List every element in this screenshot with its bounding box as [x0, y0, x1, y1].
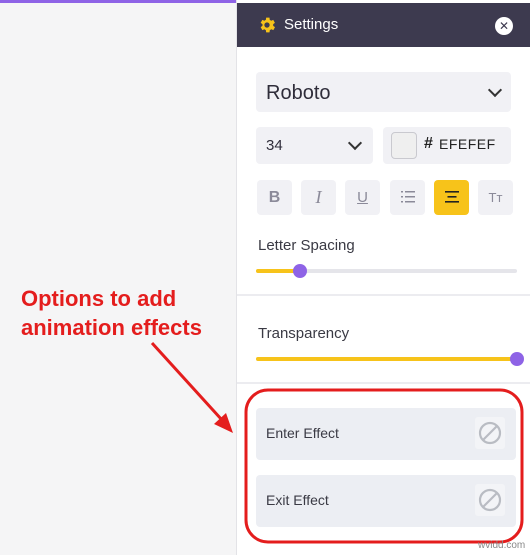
annotation-highlight-box	[244, 388, 524, 544]
annotation-arrow	[150, 341, 224, 422]
watermark: wvidd.com	[478, 540, 526, 551]
annotation-overlay	[150, 341, 524, 544]
